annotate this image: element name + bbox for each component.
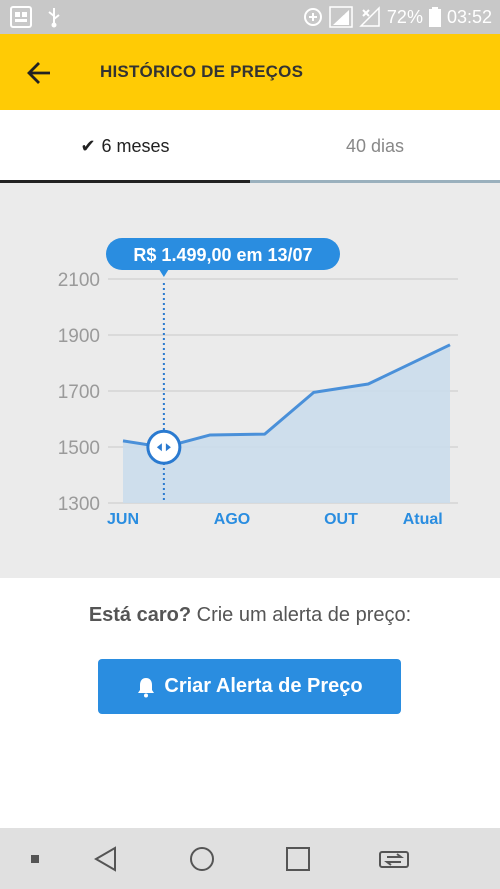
notification-app-icon — [10, 6, 32, 28]
circle-home-icon — [190, 846, 214, 871]
bell-icon — [138, 677, 155, 697]
check-icon: ✔ — [80, 136, 96, 156]
nav-back-button[interactable] — [84, 828, 128, 889]
dot-icon — [31, 854, 39, 863]
highlight-handle — [146, 429, 182, 465]
alert-prompt-rest: Crie um alerta de preço: — [191, 604, 412, 626]
create-price-alert-button[interactable]: Criar Alerta de Preço — [98, 659, 401, 714]
y-tick-label: 2100 — [58, 270, 100, 291]
nav-recents-button[interactable] — [276, 828, 320, 889]
usb-icon — [48, 8, 60, 28]
battery-icon — [428, 7, 441, 27]
clock: 03:52 — [446, 6, 492, 27]
arrow-back-icon — [27, 62, 50, 84]
y-tick-label: 1300 — [58, 494, 100, 515]
back-button[interactable] — [20, 54, 58, 92]
signal-icon: 4G — [329, 6, 353, 28]
x-tick-label: Atual — [403, 511, 443, 528]
x-tick-label: OUT — [324, 511, 358, 528]
system-nav-bar — [0, 828, 500, 889]
tab-6-meses[interactable]: ✔ 6 meses — [0, 110, 250, 183]
page-title: HISTÓRICO DE PREÇOS — [100, 62, 304, 81]
status-left-icons — [10, 6, 62, 28]
alert-prompt: Está caro? Crie um alerta de preço: — [0, 604, 500, 627]
tab-label: 6 meses — [101, 136, 170, 156]
data-saver-icon — [303, 8, 322, 26]
alert-prompt-bold: Está caro? — [88, 604, 192, 626]
app-bar: HISTÓRICO DE PREÇOS — [0, 34, 500, 110]
signal-label: 4G — [337, 11, 345, 17]
status-right-icons: 4G 72% 03:52 — [303, 0, 492, 34]
x-tick-label: JUN — [107, 511, 139, 528]
status-bar: 4G 72% 03:52 — [0, 0, 500, 34]
tooltip-text: R$ 1.499,00 em 13/07 — [133, 245, 312, 265]
y-tick-label: 1900 — [58, 326, 100, 347]
tab-40-dias[interactable]: 40 dias — [250, 110, 500, 183]
switch-sim-icon — [379, 850, 409, 868]
nav-home-button[interactable] — [180, 828, 224, 889]
nav-switch-button[interactable] — [372, 828, 416, 889]
square-recents-icon — [286, 846, 310, 871]
tooltip-pointer — [158, 269, 169, 277]
y-tick-label: 1500 — [58, 438, 100, 459]
price-chart-panel: 2100 1900 1700 1500 1300 JUN AGO OUT Atual R$ 1.4… — [0, 183, 500, 578]
create-alert-label: Criar Alerta de Preço — [164, 675, 363, 697]
no-signal-icon — [359, 6, 380, 27]
battery-percent: 72% — [386, 6, 423, 27]
period-tabs: ✔ 6 meses 40 dias — [0, 110, 500, 183]
y-tick-label: 1700 — [58, 382, 100, 403]
price-chart: 2100 1900 1700 1500 1300 JUN AGO OUT Atual R$ 1.4… — [58, 238, 458, 528]
nav-dot-button[interactable] — [18, 828, 52, 889]
tab-label: 40 dias — [345, 136, 405, 156]
triangle-back-icon — [94, 845, 116, 872]
x-tick-label: AGO — [214, 511, 250, 528]
